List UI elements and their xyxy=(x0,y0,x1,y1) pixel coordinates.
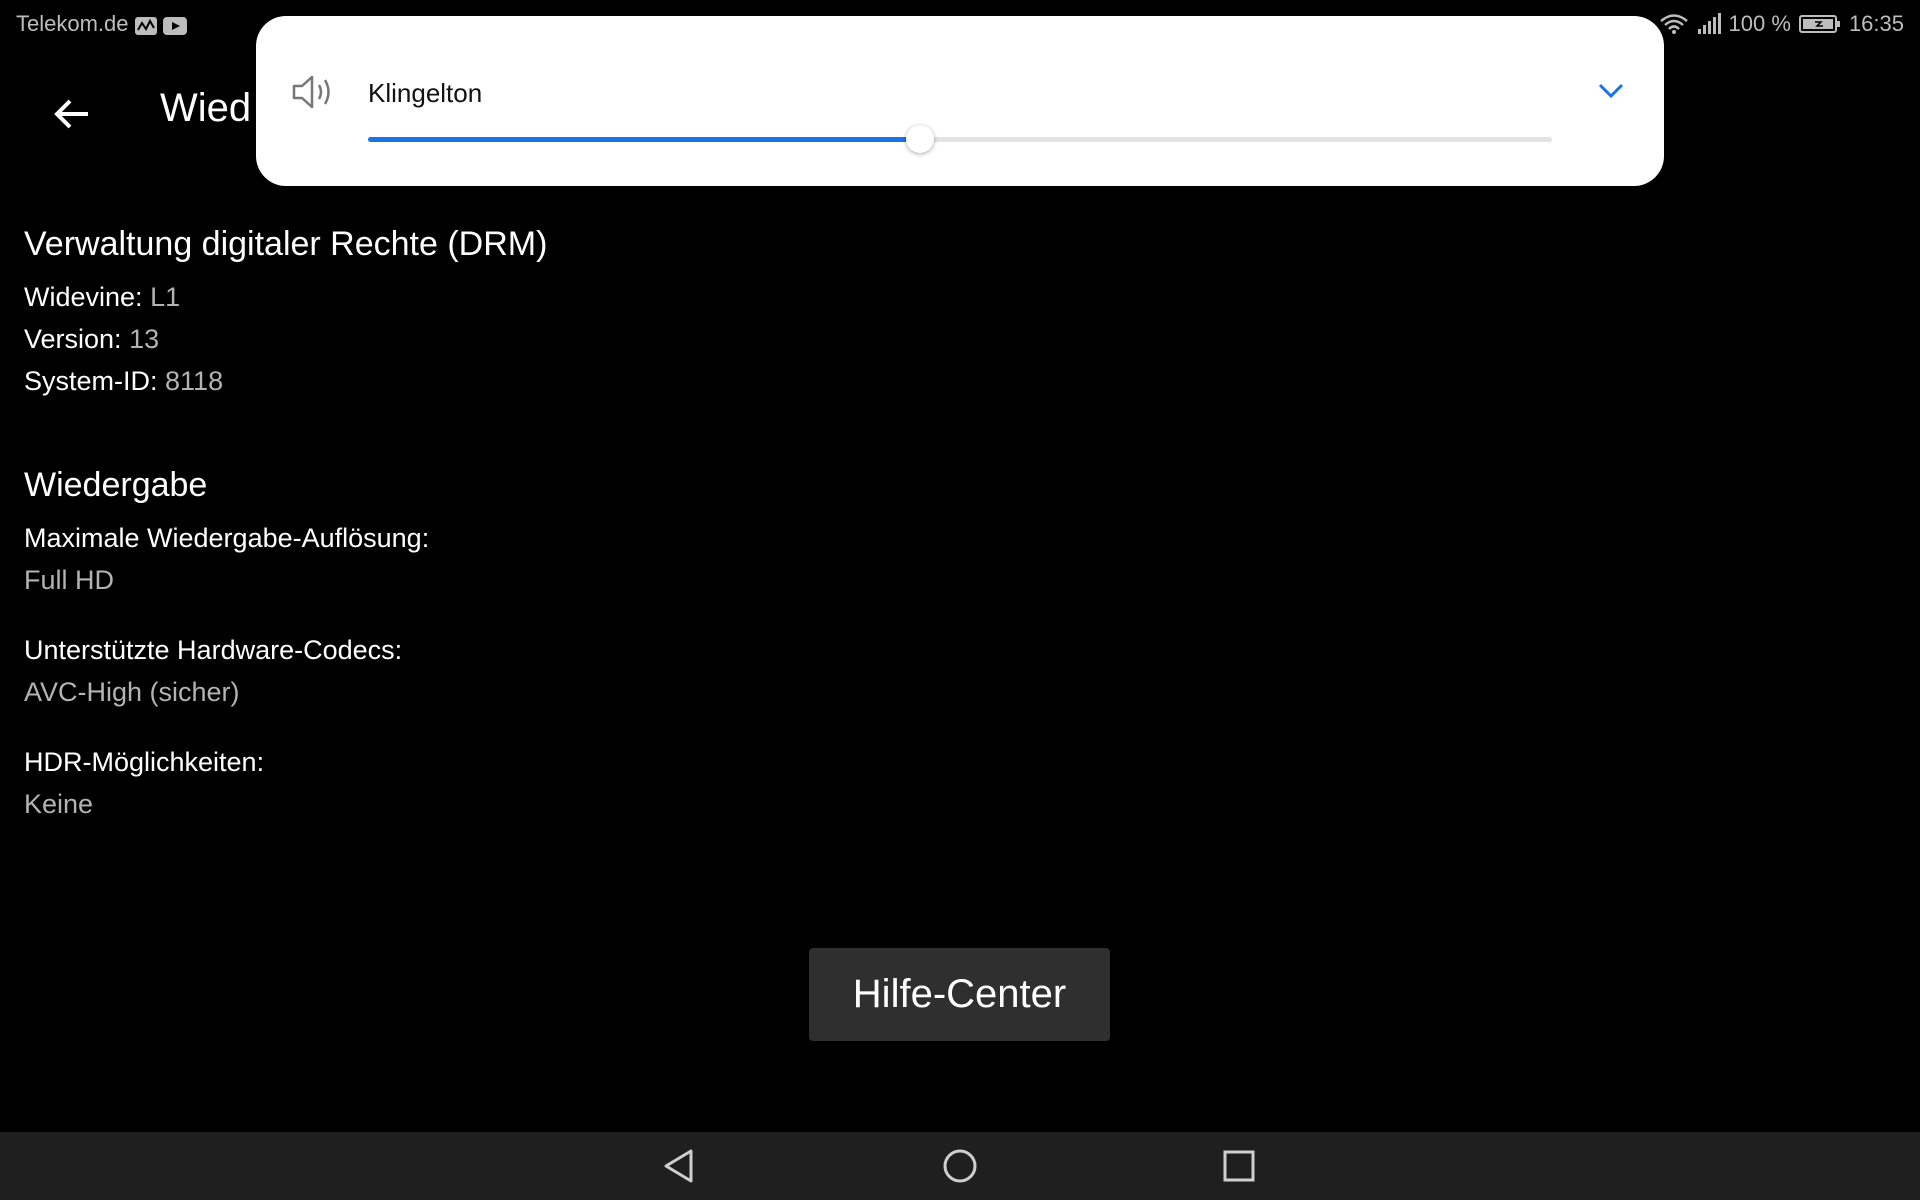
nav-bar xyxy=(0,1132,1920,1200)
drm-row-system-id: System-ID: 8118 xyxy=(24,360,547,402)
playback-item-resolution: Maximale Wiedergabe-Auflösung: Full HD xyxy=(24,517,429,601)
arrow-left-icon xyxy=(54,99,88,129)
volume-label: Klingelton xyxy=(368,78,483,108)
drm-row-value: L1 xyxy=(150,282,181,312)
drm-row-widevine: Widevine: L1 xyxy=(24,276,547,318)
playback-item-value: AVC-High (sicher) xyxy=(24,677,240,707)
battery-icon xyxy=(1798,14,1841,34)
playback-section: Wiedergabe Maximale Wiedergabe-Auflösung… xyxy=(24,466,429,853)
youtube-icon xyxy=(162,15,187,35)
playback-item-label: HDR-Möglichkeiten: xyxy=(24,747,265,777)
screen: Telekom.de 100 % 16:35 Wied Klingelton V… xyxy=(0,0,1920,1200)
wifi-icon xyxy=(1659,13,1689,35)
drm-row-label: System-ID: xyxy=(24,366,158,396)
page-title: Wied xyxy=(160,86,252,130)
drm-heading: Verwaltung digitaler Rechte (DRM) xyxy=(24,225,548,263)
chevron-down-icon[interactable] xyxy=(1594,74,1628,108)
playback-item-hdr: HDR-Möglichkeiten: Keine xyxy=(24,741,429,825)
playback-item-value: Keine xyxy=(24,789,94,819)
playback-heading: Wiedergabe xyxy=(24,466,208,504)
drm-row-value: 13 xyxy=(129,324,160,354)
back-button[interactable] xyxy=(48,90,96,138)
help-center-button[interactable]: Hilfe-Center xyxy=(809,948,1110,1041)
speaker-icon[interactable] xyxy=(290,70,336,114)
recents-square-icon[interactable] xyxy=(1219,1146,1259,1186)
volume-slider[interactable] xyxy=(368,125,1552,153)
drm-row-value: 8118 xyxy=(165,366,224,396)
playback-item-codecs: Unterstützte Hardware-Codecs: AVC-High (… xyxy=(24,629,429,713)
drm-row-label: Widevine: xyxy=(24,282,143,312)
playback-item-label: Unterstützte Hardware-Codecs: xyxy=(24,635,403,665)
volume-slider-thumb[interactable] xyxy=(905,125,934,153)
home-circle-icon[interactable] xyxy=(940,1146,980,1186)
status-right: 100 % 16:35 xyxy=(1659,11,1904,37)
carrier-label: Telekom.de xyxy=(16,11,129,36)
clock: 16:35 xyxy=(1848,11,1904,36)
volume-slider-fill xyxy=(368,137,920,142)
activity-icon xyxy=(134,15,157,35)
drm-row-version: Version: 13 xyxy=(24,318,547,360)
playback-item-label: Maximale Wiedergabe-Auflösung: xyxy=(24,523,430,553)
drm-section: Verwaltung digitaler Rechte (DRM) Widevi… xyxy=(24,225,547,402)
volume-panel: Klingelton xyxy=(256,16,1664,186)
battery-percent: 100 % xyxy=(1728,11,1791,36)
signal-icon xyxy=(1697,13,1721,35)
drm-row-label: Version: xyxy=(24,324,122,354)
playback-item-value: Full HD xyxy=(24,565,115,595)
back-triangle-icon[interactable] xyxy=(660,1146,700,1186)
status-left: Telekom.de xyxy=(16,11,187,37)
